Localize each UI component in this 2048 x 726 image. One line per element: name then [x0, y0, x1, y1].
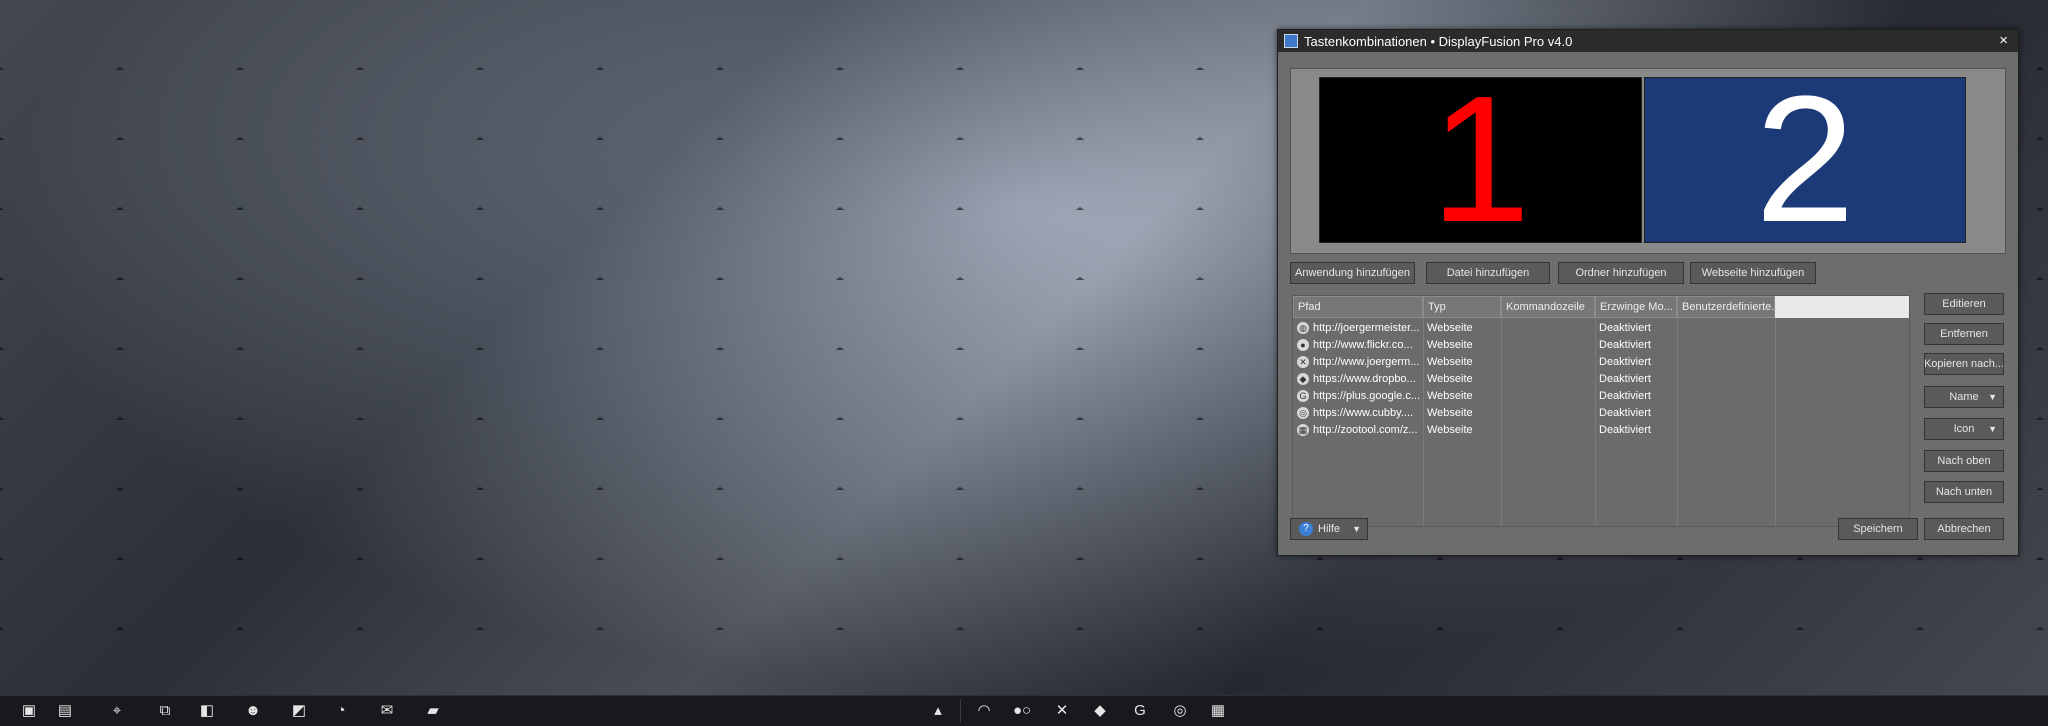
save-button[interactable]: Speichern: [1838, 518, 1918, 540]
row-force-monitor: Deaktiviert: [1599, 322, 1651, 334]
row-path: http://zootool.com/z...: [1313, 424, 1418, 436]
help-label: Hilfe: [1318, 523, 1341, 535]
row-type: Webseite: [1427, 339, 1473, 351]
list-item[interactable]: Ghttps://plus.google.c... Webseite Deaktiv…: [1293, 388, 1909, 405]
taskbar-google-icon[interactable]: G: [1126, 701, 1154, 721]
globe-icon: ◍: [1297, 322, 1309, 334]
add-application-button[interactable]: Anwendung hinzufügen: [1290, 262, 1415, 284]
column-type[interactable]: Typ: [1423, 296, 1501, 318]
taskbar-separator: [960, 699, 961, 723]
copy-to-button[interactable]: Kopieren nach...: [1924, 353, 2004, 375]
taskbar-disc-icon[interactable]: ◔: [330, 701, 352, 721]
row-type: Webseite: [1427, 407, 1473, 419]
list-item[interactable]: ◍ http://joergermeister... Webseite Deaktiv…: [1293, 320, 1909, 337]
monitor-preview: 1 2: [1290, 68, 2006, 254]
chevron-down-icon: ▼: [1988, 424, 1997, 434]
row-type: Webseite: [1427, 390, 1473, 402]
list-item[interactable]: ◎ https://www.cubby.... Webseite Deaktivier…: [1293, 405, 1909, 422]
taskbar-app-1-icon[interactable]: ▣: [18, 701, 40, 721]
move-down-button[interactable]: Nach unten: [1924, 481, 2004, 503]
column-commandline[interactable]: Kommandozeile: [1501, 296, 1595, 318]
row-type: Webseite: [1427, 424, 1473, 436]
taskbar-notes-icon[interactable]: ◧: [196, 701, 218, 721]
list-item[interactable]: ✕ http://www.joergerm... Webseite Deaktivie…: [1293, 354, 1909, 371]
zootool-icon: ▦: [1297, 424, 1309, 436]
displayfusion-icon: [1284, 34, 1298, 48]
taskbar: ▣ ▤ ⌖ ⧉ ◧ ☻ ◩ ◔ ✉ ▰ ▴ ◠ ●○ ✕ ◆ G ◎ ▦: [0, 695, 2048, 726]
taskbar-windows-icon[interactable]: ⧉: [154, 701, 176, 721]
list-item[interactable]: ◆ https://www.dropbo... Webseite Deaktivier…: [1293, 371, 1909, 388]
taskbar-dropbox-icon[interactable]: ◆: [1086, 701, 1114, 721]
row-force-monitor: Deaktiviert: [1599, 339, 1651, 351]
cubby-icon: ◎: [1297, 407, 1309, 419]
list-item[interactable]: ▦ http://zootool.com/z... Webseite Deaktivi…: [1293, 422, 1909, 439]
row-path: https://www.cubby....: [1313, 407, 1414, 419]
move-up-button[interactable]: Nach oben: [1924, 450, 2004, 472]
shortcut-list[interactable]: Pfad Typ Kommandozeile Erzwinge Mo... Be…: [1292, 295, 1910, 527]
row-path: https://www.dropbo...: [1313, 373, 1416, 385]
close-button[interactable]: ×: [1999, 32, 2008, 49]
row-force-monitor: Deaktiviert: [1599, 424, 1651, 436]
window-title: Tastenkombinationen • DisplayFusion Pro …: [1304, 34, 1573, 49]
taskbar-crosshair-icon[interactable]: ⌖: [106, 701, 128, 721]
row-path: http://joergermeister...: [1313, 322, 1420, 334]
column-force-monitor[interactable]: Erzwinge Mo...: [1595, 296, 1677, 318]
shortcuts-dialog: Tastenkombinationen • DisplayFusion Pro …: [1277, 29, 2019, 556]
row-type: Webseite: [1427, 356, 1473, 368]
taskbar-expand-icon[interactable]: ▴: [924, 701, 952, 721]
taskbar-displayfusion-icon[interactable]: ◩: [288, 701, 310, 721]
taskbar-tools-icon[interactable]: ✕: [1048, 701, 1076, 721]
taskbar-app-2-icon[interactable]: ▤: [54, 701, 76, 721]
row-path: https://plus.google.c...: [1313, 390, 1421, 402]
add-file-button[interactable]: Datei hinzufügen: [1426, 262, 1550, 284]
sort-icon-dropdown[interactable]: Icon ▼: [1924, 418, 2004, 440]
chevron-down-icon: ▼: [1988, 392, 1997, 402]
monitor-1[interactable]: 1: [1319, 70, 1642, 250]
dropbox-icon: ◆: [1297, 373, 1309, 385]
sort-icon-label: Icon: [1953, 423, 1975, 435]
chevron-down-icon: ▼: [1352, 524, 1361, 534]
edit-button[interactable]: Editieren: [1924, 293, 2004, 315]
taskbar-flickr-icon[interactable]: ●○: [1008, 701, 1036, 721]
row-type: Webseite: [1427, 373, 1473, 385]
row-path: http://www.joergerm...: [1313, 356, 1420, 368]
column-path[interactable]: Pfad: [1293, 296, 1423, 318]
flickr-icon: ●: [1297, 339, 1309, 351]
cancel-button[interactable]: Abbrechen: [1924, 518, 2004, 540]
list-header: Pfad Typ Kommandozeile Erzwinge Mo... Be…: [1293, 296, 1909, 318]
tools-icon: ✕: [1297, 356, 1309, 368]
help-icon: ?: [1299, 522, 1313, 536]
taskbar-clapper-icon[interactable]: ▰: [422, 701, 444, 721]
help-dropdown[interactable]: ? Hilfe ▼: [1290, 518, 1368, 540]
add-folder-button[interactable]: Ordner hinzufügen: [1558, 262, 1684, 284]
row-force-monitor: Deaktiviert: [1599, 373, 1651, 385]
sort-name-dropdown[interactable]: Name ▼: [1924, 386, 2004, 408]
row-force-monitor: Deaktiviert: [1599, 356, 1651, 368]
taskbar-mail-icon[interactable]: ✉: [376, 701, 398, 721]
title-bar[interactable]: Tastenkombinationen • DisplayFusion Pro …: [1278, 30, 2018, 52]
monitor-2[interactable]: 2: [1644, 70, 1966, 250]
column-custom[interactable]: Benutzerdefinierte...: [1677, 296, 1775, 318]
sort-name-label: Name: [1949, 391, 1979, 403]
google-plus-icon: G: [1297, 390, 1309, 402]
row-path: http://www.flickr.co...: [1313, 339, 1413, 351]
taskbar-grid-icon[interactable]: ▦: [1204, 701, 1232, 721]
row-type: Webseite: [1427, 322, 1473, 334]
taskbar-wifi-icon[interactable]: ◠: [970, 701, 998, 721]
taskbar-cubby-icon[interactable]: ◎: [1166, 701, 1194, 721]
remove-button[interactable]: Entfernen: [1924, 323, 2004, 345]
add-website-button[interactable]: Webseite hinzufügen: [1690, 262, 1816, 284]
taskbar-people-icon[interactable]: ☻: [242, 701, 264, 721]
row-force-monitor: Deaktiviert: [1599, 390, 1651, 402]
row-force-monitor: Deaktiviert: [1599, 407, 1651, 419]
list-item[interactable]: ● http://www.flickr.co... Webseite Deaktivi…: [1293, 337, 1909, 354]
